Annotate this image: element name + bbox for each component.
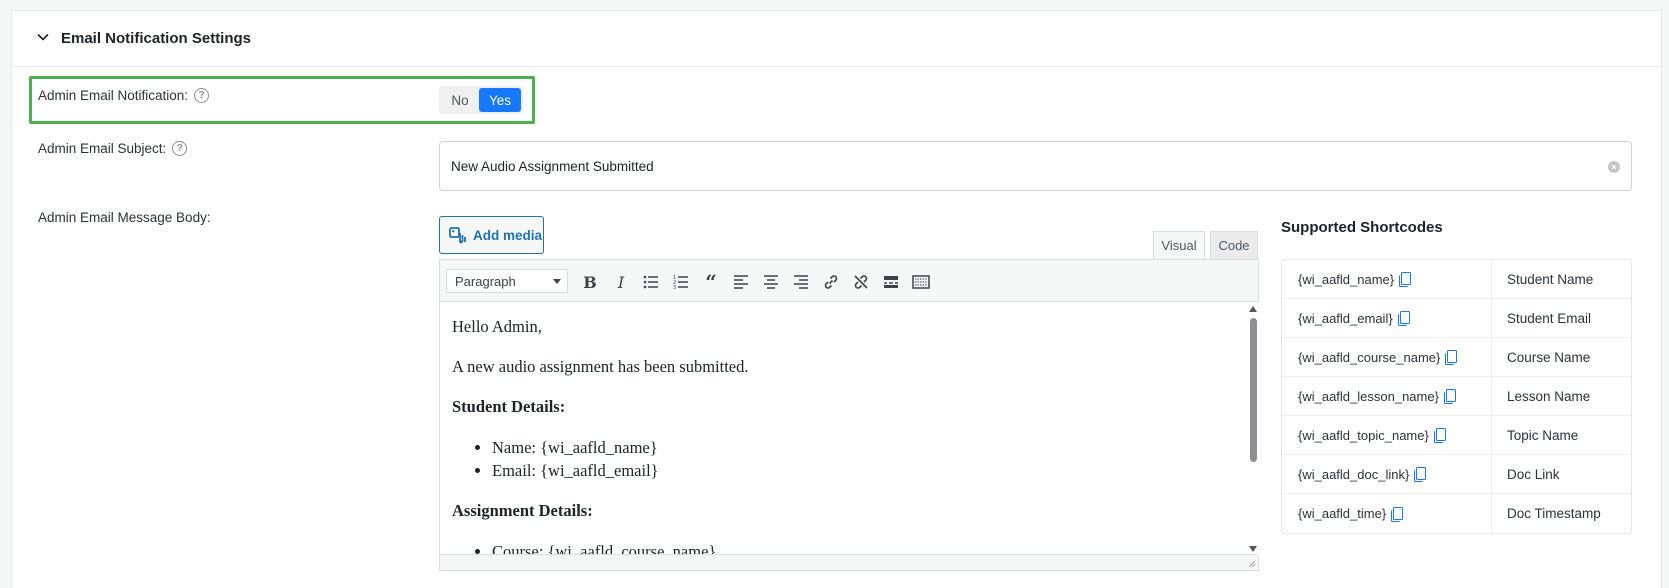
list-item: Email: {wi_aafld_email}: [492, 459, 1228, 482]
table-row: {wi_aafld_doc_link} Doc Link: [1282, 455, 1631, 494]
copy-icon[interactable]: [1445, 350, 1458, 365]
copy-icon[interactable]: [1414, 467, 1427, 482]
admin-body-label: Admin Email Message Body:: [38, 210, 211, 225]
admin-notification-toggle[interactable]: No Yes: [439, 86, 523, 114]
help-icon[interactable]: ?: [172, 141, 188, 156]
shortcode-cell: {wi_aafld_topic_name}: [1282, 416, 1492, 454]
editor-statusbar: [440, 554, 1258, 570]
clear-icon[interactable]: ×: [1608, 161, 1620, 173]
admin-subject-label-row: Admin Email Subject: ?: [38, 141, 188, 156]
table-row: {wi_aafld_name} Student Name: [1282, 260, 1631, 299]
unlink-icon[interactable]: [851, 272, 871, 292]
shortcode-cell: {wi_aafld_email}: [1282, 299, 1492, 337]
scroll-down-icon[interactable]: [1249, 546, 1257, 552]
shortcode-label: Student Email: [1507, 310, 1592, 326]
table-row: {wi_aafld_lesson_name} Lesson Name: [1282, 377, 1631, 416]
shortcode-cell: {wi_aafld_doc_link}: [1282, 455, 1492, 493]
shortcode-text: {wi_aafld_lesson_name}: [1298, 388, 1439, 404]
greeting-text: Hello Admin,: [452, 317, 542, 336]
caret-down-icon: [553, 279, 561, 284]
shortcode-label: Topic Name: [1507, 427, 1579, 443]
align-center-icon[interactable]: [761, 272, 781, 292]
shortcode-text: {wi_aafld_email}: [1298, 310, 1393, 326]
editor-scrollbar[interactable]: [1247, 302, 1259, 556]
chevron-down-icon[interactable]: [37, 31, 49, 43]
editor-toolbar: Paragraph B I 123 “: [440, 260, 1258, 302]
shortcode-cell: {wi_aafld_time}: [1282, 494, 1492, 533]
shortcode-cell: {wi_aafld_lesson_name}: [1282, 377, 1492, 415]
section-header[interactable]: Email Notification Settings: [12, 11, 1661, 67]
student-details-heading: Student Details:: [452, 397, 566, 416]
admin-body-label-row: Admin Email Message Body:: [38, 210, 211, 225]
admin-subject-input[interactable]: New Audio Assignment Submitted ×: [439, 141, 1632, 191]
svg-text:3: 3: [673, 285, 676, 291]
list-item: Name: {wi_aafld_name}: [492, 436, 1228, 459]
copy-icon[interactable]: [1399, 272, 1412, 287]
shortcode-text: {wi_aafld_time}: [1298, 506, 1387, 521]
copy-icon[interactable]: [1391, 506, 1404, 522]
table-row: {wi_aafld_time} Doc Timestamp: [1282, 494, 1631, 533]
admin-notification-label-row: Admin Email Notification: ?: [38, 88, 210, 103]
shortcode-text: {wi_aafld_name}: [1298, 271, 1395, 287]
shortcode-text: {wi_aafld_doc_link}: [1298, 466, 1410, 482]
format-select-value: Paragraph: [455, 273, 516, 289]
assignment-details-heading: Assignment Details:: [452, 501, 593, 520]
scroll-up-icon[interactable]: [1249, 306, 1257, 312]
align-left-icon[interactable]: [731, 272, 751, 292]
numbered-list-icon[interactable]: 123: [671, 272, 691, 292]
copy-icon[interactable]: [1443, 389, 1456, 404]
tab-code[interactable]: Code: [1210, 231, 1258, 259]
admin-subject-value[interactable]: New Audio Assignment Submitted: [451, 159, 654, 174]
section-title: Email Notification Settings: [61, 30, 252, 47]
table-row: {wi_aafld_topic_name} Topic Name: [1282, 416, 1631, 455]
toggle-yes[interactable]: Yes: [479, 88, 521, 112]
shortcode-text: {wi_aafld_course_name}: [1298, 349, 1441, 365]
read-more-icon[interactable]: [881, 272, 901, 292]
shortcode-label: Lesson Name: [1507, 388, 1591, 404]
shortcode-cell: {wi_aafld_name}: [1282, 260, 1492, 298]
bold-icon[interactable]: B: [580, 272, 600, 292]
media-icon: [449, 226, 466, 243]
resize-handle-icon[interactable]: [1246, 558, 1256, 568]
toolbar-toggle-icon[interactable]: [911, 272, 931, 292]
italic-icon[interactable]: I: [611, 272, 631, 292]
blockquote-icon[interactable]: “: [701, 270, 721, 294]
scrollbar-thumb[interactable]: [1250, 318, 1257, 462]
shortcodes-title: Supported Shortcodes: [1281, 219, 1443, 236]
editor-content[interactable]: Hello Admin, A new audio assignment has …: [440, 302, 1240, 556]
shortcode-cell: {wi_aafld_course_name}: [1282, 338, 1492, 376]
shortcodes-table: {wi_aafld_name} Student Name {wi_aafld_e…: [1281, 259, 1632, 534]
message-body-editor[interactable]: Paragraph B I 123 “ Hello Admin, A new a…: [439, 259, 1259, 571]
toggle-no[interactable]: No: [441, 88, 479, 112]
shortcode-label: Doc Timestamp: [1507, 506, 1601, 521]
table-row: {wi_aafld_email} Student Email: [1282, 299, 1631, 338]
student-details-list: Name: {wi_aafld_name} Email: {wi_aafld_e…: [492, 436, 1228, 482]
tab-visual[interactable]: Visual: [1153, 231, 1205, 259]
intro-text: A new audio assignment has been submitte…: [452, 357, 749, 376]
shortcode-text: {wi_aafld_topic_name}: [1298, 427, 1429, 443]
shortcode-label: Doc Link: [1507, 466, 1560, 482]
add-media-label: Add media: [473, 227, 543, 243]
admin-notification-label: Admin Email Notification:: [38, 88, 189, 103]
help-icon[interactable]: ?: [194, 88, 210, 103]
admin-subject-label: Admin Email Subject:: [38, 141, 167, 156]
shortcode-label: Course Name: [1507, 349, 1591, 365]
table-row: {wi_aafld_course_name} Course Name: [1282, 338, 1631, 377]
copy-icon[interactable]: [1433, 428, 1446, 443]
align-right-icon[interactable]: [791, 272, 811, 292]
bullet-list-icon[interactable]: [641, 272, 661, 292]
copy-icon[interactable]: [1397, 311, 1410, 326]
shortcode-label: Student Name: [1507, 271, 1594, 287]
add-media-button[interactable]: Add media: [439, 216, 544, 254]
link-icon[interactable]: [821, 272, 841, 292]
format-select[interactable]: Paragraph: [446, 269, 568, 293]
